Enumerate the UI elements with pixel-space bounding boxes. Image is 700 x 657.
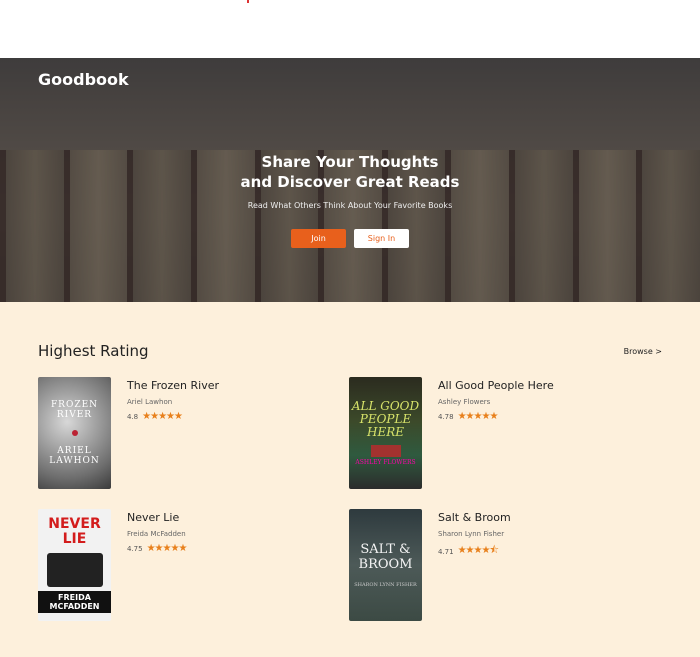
hero-headline-line1: Share Your Thoughts bbox=[261, 153, 439, 171]
book-author: Freida McFadden bbox=[127, 530, 186, 538]
book-cover[interactable]: SALT & BROOM SHARON LYNN FISHER bbox=[349, 509, 422, 621]
book-card[interactable]: ALL GOOD PEOPLE HERE ASHLEY FLOWERS All … bbox=[349, 377, 660, 489]
star-rating-icon: ★★★★★ bbox=[457, 411, 499, 422]
book-title[interactable]: All Good People Here bbox=[438, 379, 554, 392]
rating-score: 4.8 bbox=[127, 412, 139, 421]
book-card[interactable]: FROZEN RIVER ARIEL LAWHON The Frozen Riv… bbox=[38, 377, 349, 489]
cover-title: ALL GOOD PEOPLE HERE bbox=[351, 399, 420, 439]
hero-headline-line2: and Discover Great Reads bbox=[240, 173, 460, 191]
star-rating-icon: ★★★★★ bbox=[146, 543, 188, 554]
book-title[interactable]: Salt & Broom bbox=[438, 511, 511, 524]
cover-title: FROZEN RIVER bbox=[50, 400, 99, 420]
book-author: Ashley Flowers bbox=[438, 398, 491, 406]
cover-title: NEVER LIE bbox=[48, 516, 101, 547]
top-bar bbox=[0, 0, 700, 58]
cover-title: SALT & BROOM bbox=[358, 542, 413, 572]
cover-author: ARIEL LAWHON bbox=[49, 446, 100, 466]
book-cover[interactable]: ALL GOOD PEOPLE HERE ASHLEY FLOWERS bbox=[349, 377, 422, 489]
star-rating-icon: ★★★★★ bbox=[142, 411, 183, 422]
cover-barn-illustration bbox=[370, 445, 401, 457]
book-card[interactable]: NEVER LIE FREIDA MCFADDEN Never Lie Frei… bbox=[38, 509, 349, 621]
join-button[interactable]: Join bbox=[291, 229, 346, 248]
book-author: Ariel Lawhon bbox=[127, 398, 173, 406]
section-title: Highest Rating bbox=[38, 342, 149, 360]
star-rating-icon: ★★★★⯪ bbox=[457, 545, 499, 556]
brand-logo[interactable]: Goodbook bbox=[38, 70, 129, 89]
hero-headline: Share Your Thoughts and Discover Great R… bbox=[0, 152, 700, 192]
rating-score: 4.75 bbox=[127, 544, 143, 553]
cover-author: SHARON LYNN FISHER bbox=[354, 582, 417, 588]
book-card[interactable]: SALT & BROOM SHARON LYNN FISHER Salt & B… bbox=[349, 509, 660, 621]
top-bar-mark bbox=[247, 0, 249, 3]
sign-in-button[interactable]: Sign In bbox=[354, 229, 409, 248]
rating-score: 4.78 bbox=[438, 412, 454, 421]
book-author: Sharon Lynn Fisher bbox=[438, 530, 505, 538]
hero-banner: Goodbook Share Your Thoughts and Discove… bbox=[0, 58, 700, 302]
book-title[interactable]: The Frozen River bbox=[127, 379, 219, 392]
book-title[interactable]: Never Lie bbox=[127, 511, 186, 524]
cover-author: ASHLEY FLOWERS bbox=[355, 459, 416, 466]
rating-score: 4.71 bbox=[438, 547, 454, 556]
cover-sofa-illustration bbox=[46, 553, 103, 587]
book-grid: FROZEN RIVER ARIEL LAWHON The Frozen Riv… bbox=[38, 377, 662, 621]
book-cover[interactable]: FROZEN RIVER ARIEL LAWHON bbox=[38, 377, 111, 489]
cover-ornament bbox=[71, 430, 78, 436]
highest-rating-section: Highest Rating Browse > FROZEN RIVER ARI… bbox=[0, 302, 700, 621]
book-cover[interactable]: NEVER LIE FREIDA MCFADDEN bbox=[38, 509, 111, 621]
browse-link[interactable]: Browse > bbox=[624, 347, 662, 356]
cover-author: FREIDA MCFADDEN bbox=[38, 591, 111, 613]
hero-subtitle: Read What Others Think About Your Favori… bbox=[247, 201, 453, 210]
